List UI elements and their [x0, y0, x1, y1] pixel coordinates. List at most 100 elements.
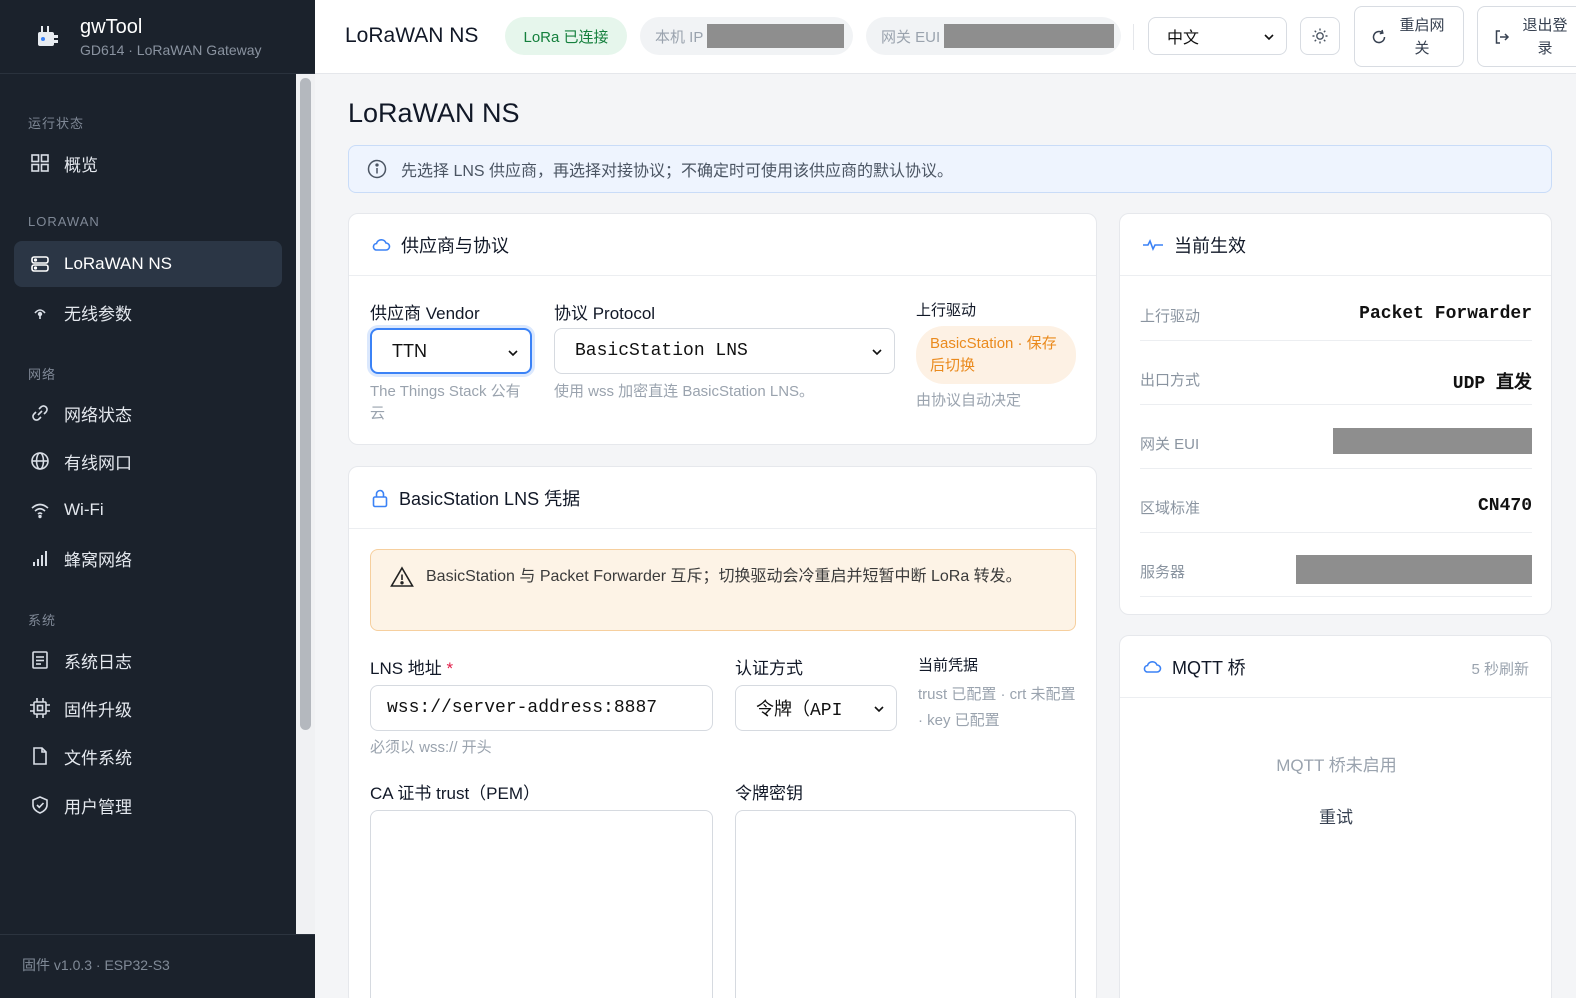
- kv-row-uplink: 上行驱动 Packet Forwarder: [1140, 277, 1532, 341]
- warning-text: BasicStation 与 Packet Forwarder 互斥；切换驱动会…: [426, 568, 1022, 585]
- app-subtitle: GD614 · LoRaWAN Gateway: [80, 42, 262, 58]
- local-ip-pill: 本机 IP: [640, 17, 853, 55]
- uplink-hint: 由协议自动决定: [916, 392, 1022, 409]
- chevron-down-icon: [1262, 30, 1276, 44]
- signal-bars-icon: [28, 546, 52, 570]
- kv-key: 服务器: [1140, 564, 1186, 581]
- card-header: 供应商与协议: [349, 214, 1096, 276]
- server-redacted: [1296, 555, 1532, 584]
- lns-address-hint: 必须以 wss:// 开头: [370, 739, 492, 756]
- sidebar-item-label: 用户管理: [64, 797, 132, 817]
- sidebar-scrollbar[interactable]: [296, 74, 315, 934]
- sidebar-item-overview[interactable]: 概览: [14, 140, 282, 186]
- ca-cert-textarea[interactable]: [370, 810, 713, 998]
- cloud-icon: [371, 237, 391, 253]
- kv-value: Packet Forwarder: [1359, 304, 1532, 324]
- logout-button[interactable]: 退出登录: [1477, 6, 1576, 67]
- info-banner: 先选择 LNS 供应商，再选择对接协议；不确定时可使用该供应商的默认协议。: [348, 145, 1552, 193]
- sidebar-item-wifi[interactable]: Wi-Fi: [14, 487, 282, 533]
- logout-label: 退出登录: [1522, 16, 1568, 57]
- sidebar-item-network-status[interactable]: 网络状态: [14, 390, 282, 436]
- section-lorawan: LORAWAN: [28, 214, 100, 229]
- card-header: BasicStation LNS 凭据: [349, 467, 1096, 529]
- sun-icon: [1311, 27, 1329, 45]
- firmware-version: 固件 v1.0.3 · ESP32-S3: [0, 934, 315, 998]
- lora-status-badge: LoRa 已连接: [505, 17, 627, 55]
- lns-address-value: wss://server-address:8887: [387, 698, 658, 718]
- sidebar: gwTool GD614 · LoRaWAN Gateway 运行状态 概览 L…: [0, 0, 315, 998]
- card-title: MQTT 桥: [1172, 657, 1246, 678]
- gateway-eui-pill: 网关 EUI: [866, 17, 1121, 55]
- sidebar-item-label: LoRaWAN NS: [64, 254, 173, 273]
- sidebar-item-syslog[interactable]: 系统日志: [14, 637, 282, 683]
- kv-row-server: 服务器: [1140, 533, 1532, 597]
- warning-icon: [390, 566, 414, 588]
- vendor-hint: The Things Stack 公有云: [370, 383, 521, 422]
- topbar: LoRaWAN NS LoRa 已连接 本机 IP 网关 EUI 中文 重启网关…: [315, 0, 1576, 74]
- card-header: 当前生效: [1120, 214, 1551, 276]
- pulse-icon: [1142, 237, 1164, 253]
- card-title: BasicStation LNS 凭据: [399, 488, 581, 509]
- sidebar-item-filesystem[interactable]: 文件系统: [14, 733, 282, 779]
- kv-row-egress: 出口方式 UDP 直发: [1140, 341, 1532, 405]
- language-select[interactable]: 中文: [1148, 17, 1287, 55]
- card-title: 当前生效: [1174, 235, 1246, 256]
- auth-method-select[interactable]: 令牌（API: [735, 685, 897, 731]
- sidebar-item-firmware[interactable]: 固件升级: [14, 685, 282, 731]
- ca-cert-label: CA 证书 trust（PEM）: [370, 784, 541, 803]
- sidebar-item-label: 网络状态: [64, 405, 132, 425]
- shield-icon: [28, 793, 52, 817]
- kv-key: 出口方式: [1140, 372, 1201, 389]
- info-text: 先选择 LNS 供应商，再选择对接协议；不确定时可使用该供应商的默认协议。: [401, 163, 954, 180]
- refresh-interval: 5 秒刷新: [1471, 661, 1529, 678]
- scrollbar-thumb[interactable]: [300, 78, 311, 730]
- retry-button[interactable]: 重试: [1296, 796, 1376, 834]
- chevron-down-icon: [872, 702, 886, 716]
- credentials-card: BasicStation LNS 凭据 BasicStation 与 Packe…: [348, 466, 1097, 998]
- uplink-label: 上行驱动: [916, 302, 977, 319]
- mqtt-status: MQTT 桥未启用: [1276, 756, 1397, 775]
- wifi-icon: [28, 498, 52, 522]
- file-icon: [28, 744, 52, 768]
- uplink-badge: BasicStation · 保存后切换: [916, 326, 1076, 384]
- protocol-value: BasicStation LNS: [575, 341, 748, 361]
- lns-address-input[interactable]: wss://server-address:8887: [370, 685, 713, 731]
- info-icon: [367, 159, 387, 179]
- sidebar-item-users[interactable]: 用户管理: [14, 782, 282, 828]
- gateway-logo-icon: [30, 20, 64, 54]
- logout-icon: [1494, 29, 1510, 45]
- refresh-icon: [1371, 29, 1387, 45]
- token-secret-textarea[interactable]: [735, 810, 1076, 998]
- vendor-select[interactable]: TTN: [370, 328, 532, 374]
- lock-icon: [371, 488, 389, 508]
- kv-value: UDP 直发: [1452, 374, 1532, 394]
- theme-toggle-button[interactable]: [1300, 17, 1340, 55]
- log-icon: [28, 648, 52, 672]
- reboot-label: 重启网关: [1399, 16, 1445, 57]
- kv-key: 上行驱动: [1140, 308, 1201, 325]
- mqtt-bridge-card: MQTT 桥 5 秒刷新 MQTT 桥未启用 重试: [1119, 635, 1552, 998]
- chip-icon: [28, 696, 52, 720]
- current-credentials-label: 当前凭据: [918, 657, 979, 674]
- sidebar-item-cellular[interactable]: 蜂窝网络: [14, 535, 282, 581]
- required-mark: *: [446, 659, 454, 678]
- kv-key: 网关 EUI: [1140, 436, 1200, 453]
- kv-key: 区域标准: [1140, 500, 1201, 517]
- auth-method-value: 令牌（API: [756, 701, 843, 721]
- sidebar-item-radio[interactable]: 无线参数: [14, 289, 282, 335]
- local-ip-label: 本机 IP: [655, 28, 704, 46]
- gateway-eui-label: 网关 EUI: [881, 28, 941, 46]
- language-value: 中文: [1167, 30, 1200, 47]
- sidebar-item-label: 蜂窝网络: [64, 550, 132, 570]
- protocol-select[interactable]: BasicStation LNS: [554, 328, 895, 374]
- sidebar-item-ethernet[interactable]: 有线网口: [14, 438, 282, 484]
- vendor-value: TTN: [392, 340, 427, 361]
- reboot-gateway-button[interactable]: 重启网关: [1354, 6, 1464, 67]
- cloud-icon: [1142, 659, 1162, 675]
- sidebar-item-label: 系统日志: [64, 652, 132, 672]
- local-ip-redacted: [707, 24, 845, 48]
- protocol-hint: 使用 wss 加密直连 BasicStation LNS。: [554, 383, 815, 400]
- section-network: 网络: [28, 367, 57, 382]
- protocol-label: 协议 Protocol: [554, 304, 656, 323]
- sidebar-item-lorawan-ns[interactable]: LoRaWAN NS: [14, 241, 282, 287]
